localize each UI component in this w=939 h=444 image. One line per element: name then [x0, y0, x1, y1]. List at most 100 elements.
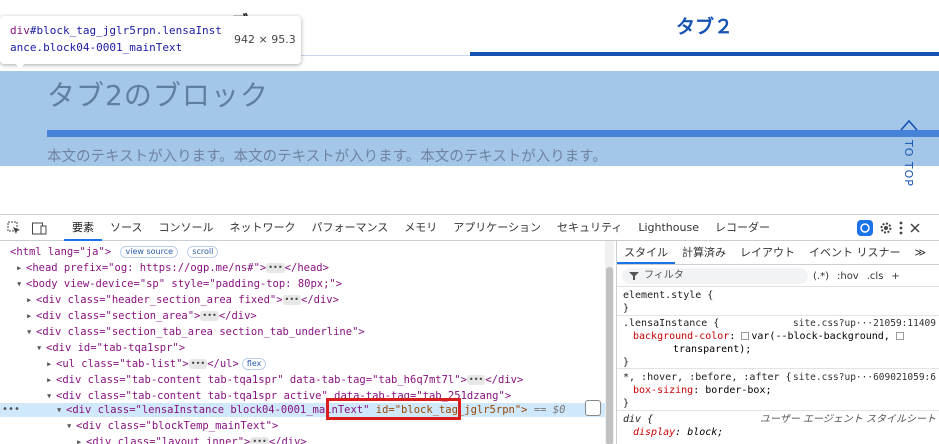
expand-triangle-icon[interactable]: ▸ [26, 293, 36, 307]
rule-close: } [623, 303, 630, 314]
tab-layout[interactable]: レイアウト [733, 241, 802, 264]
tree-node-layout-inner[interactable]: ▸ <div class="layout_inner"> ••• </div> [0, 435, 614, 444]
tab-event-listeners[interactable]: イベント リスナー [802, 241, 908, 264]
collapse-triangle-icon[interactable]: ▾ [36, 341, 46, 355]
collapse-triangle-icon[interactable]: ▾ [16, 277, 26, 291]
tab-memory[interactable]: メモリ [396, 215, 445, 241]
ellipsis-badge[interactable]: ••• [466, 375, 486, 385]
rule-declaration: display: block; [633, 427, 724, 438]
tree-node-head[interactable]: ▸ <head prefix="og: https://ogp.me/ns#"> •… [0, 261, 614, 275]
node-close: </div> [301, 294, 339, 306]
elements-scrollbar[interactable] [605, 241, 614, 444]
expand-triangle-icon[interactable]: ▸ [16, 261, 26, 275]
ai-assist-icon[interactable] [857, 220, 873, 236]
color-swatch[interactable] [895, 332, 904, 340]
tree-node-html[interactable]: <html lang="ja"> view source scroll [0, 245, 614, 259]
node-header-section: <div class="header_section_area fixed"> [36, 294, 283, 306]
regex-toggle[interactable]: (.*) [813, 271, 829, 282]
node-close-ul: </ul> [207, 358, 239, 370]
tab-sources[interactable]: ソース [102, 215, 150, 241]
tab-computed[interactable]: 計算済み [675, 241, 733, 264]
expand-triangle-icon[interactable]: ▸ [46, 373, 56, 387]
tab-security[interactable]: セキュリティ [549, 215, 630, 241]
collapse-triangle-icon[interactable]: ▾ [66, 419, 76, 433]
tree-node-section-tab-area[interactable]: ▾ <div class="section_tab_area section_ta… [0, 325, 614, 339]
to-top-button[interactable]: TO TOP [893, 118, 925, 198]
devtools-toolbar: 要素 ソース コンソール ネットワーク パフォーマンス メモリ アプリケーション… [0, 215, 939, 241]
tree-node-tab-id[interactable]: ▾ <div id="tab-tqa1spr"> [0, 341, 614, 355]
tab-recorder[interactable]: レコーダー [707, 215, 778, 241]
filter-tools: (.*) :hov .cls + [813, 268, 900, 284]
node-selected-ref: == $0 [533, 404, 566, 416]
tab-elements[interactable]: 要素 [64, 215, 102, 241]
expand-triangle-icon[interactable]: ▸ [26, 309, 36, 323]
tree-node-block-temp[interactable]: ▾ <div class="blockTemp_mainText"> [0, 419, 614, 433]
rule-selector: .lensaInstance { [623, 318, 720, 329]
node-section-tab-area: <div class="section_tab_area section_tab… [36, 326, 365, 338]
hov-button[interactable]: :hov [837, 271, 859, 282]
elements-tree: <html lang="ja"> view source scroll ▸ <he… [0, 241, 614, 444]
add-rule-icon[interactable]: + [891, 271, 899, 282]
property-name[interactable]: background-color [633, 331, 729, 342]
tab-lighthouse[interactable]: Lighthouse [630, 215, 707, 241]
gear-icon[interactable] [879, 221, 893, 235]
tab-performance[interactable]: パフォーマンス [303, 215, 396, 241]
node-head-close: </head> [284, 262, 329, 274]
inspect-element-icon[interactable] [5, 219, 23, 237]
rule-source-link[interactable]: site.css?up···21059:11409 [793, 317, 936, 330]
block-body-text: 本文のテキストが入ります。本文のテキストが入ります。本文のテキストが入ります。 [47, 149, 607, 165]
styles-pane: スタイル 計算済み レイアウト イベント リスナー ≫ フィルタ (.*) :h… [616, 241, 939, 444]
page-preview: ブ タブ２ タブ2のブロック 本文のテキストが入ります。本文のテキストが入ります… [0, 0, 939, 214]
collapse-triangle-icon[interactable]: ▾ [56, 403, 66, 417]
node-tab-content-1: <div class="tab-content tab-tqa1spr" dat… [56, 374, 467, 386]
open-in-sources-icon[interactable] [585, 400, 601, 416]
ellipsis-badge[interactable]: ••• [266, 263, 285, 273]
view-source-badge[interactable]: view source [120, 246, 179, 258]
ellipsis-badge[interactable]: ••• [188, 359, 208, 369]
tooltip-tag: div [10, 24, 30, 37]
more-tabs-icon[interactable]: ≫ [908, 241, 934, 264]
ellipsis-badge[interactable]: ••• [282, 295, 301, 305]
screen: ブ タブ２ タブ2のブロック 本文のテキストが入ります。本文のテキストが入ります… [0, 0, 939, 444]
filter-input[interactable]: フィルタ [622, 268, 808, 284]
tree-node-section-area[interactable]: ▸ <div class="section_area"> ••• </div> [0, 309, 614, 323]
node-tab-list: <ul class="tab-list"> [56, 358, 189, 370]
property-value[interactable]: var(--block-background, [751, 331, 889, 342]
collapse-triangle-icon[interactable]: ▾ [26, 325, 36, 339]
expand-triangle-icon[interactable]: ▸ [76, 435, 86, 444]
cls-button[interactable]: .cls [867, 271, 884, 282]
ellipsis-badge[interactable]: ••• [200, 311, 219, 321]
tree-node-tab-list[interactable]: ▸ <ul class="tab-list"> ••• </ul> flex [0, 357, 614, 371]
rule-source-link[interactable]: site.css?up···609021059:6 [793, 371, 936, 384]
tree-node-tab-content-2[interactable]: ▾ <div class="tab-content tab-tqa1spr act… [0, 389, 614, 403]
tree-node-body[interactable]: ▾ <body view-device="sp" style="padding-t… [0, 277, 614, 291]
filter-placeholder: フィルタ [644, 270, 684, 281]
close-icon[interactable] [909, 222, 921, 234]
tree-node-tab-content-1[interactable]: ▸ <div class="tab-content tab-tqa1spr" da… [0, 373, 614, 387]
flex-badge[interactable]: flex [241, 358, 267, 370]
color-swatch[interactable] [741, 332, 750, 340]
collapse-triangle-icon[interactable]: ▾ [46, 389, 56, 403]
tab-application[interactable]: アプリケーション [445, 215, 549, 241]
property-value[interactable]: border-box; [705, 385, 771, 396]
tab-styles[interactable]: スタイル [617, 241, 675, 264]
tab-network[interactable]: ネットワーク [221, 215, 303, 241]
tree-node-header-section[interactable]: ▸ <div class="header_section_area fixed">… [0, 293, 614, 307]
node-layout-inner: <div class="layout_inner"> [86, 436, 251, 444]
more-actions-icon[interactable]: ••• [2, 403, 20, 417]
tooltip-size: 942 × 95.3 [234, 33, 296, 46]
rule-selector-row: div { ユーザー エージェント スタイルシート [623, 413, 939, 426]
property-value: block; [687, 427, 724, 438]
tree-node-selected[interactable]: ••• ▾ <div class="lensaInstance block04-00… [0, 403, 614, 417]
tab-2-label[interactable]: タブ２ [676, 12, 733, 39]
ellipsis-badge[interactable]: ••• [250, 437, 269, 444]
scrollbar-thumb[interactable] [606, 267, 613, 444]
rule-declaration: box-sizing: border-box; [633, 385, 772, 396]
user-agent-label: ユーザー エージェント スタイルシート [760, 414, 936, 425]
expand-triangle-icon[interactable]: ▸ [46, 357, 56, 371]
more-vertical-icon[interactable] [899, 221, 903, 235]
scroll-badge[interactable]: scroll [187, 246, 219, 258]
tab-console[interactable]: コンソール [150, 215, 221, 241]
device-toolbar-icon[interactable] [30, 219, 48, 237]
property-name[interactable]: box-sizing [633, 385, 693, 396]
